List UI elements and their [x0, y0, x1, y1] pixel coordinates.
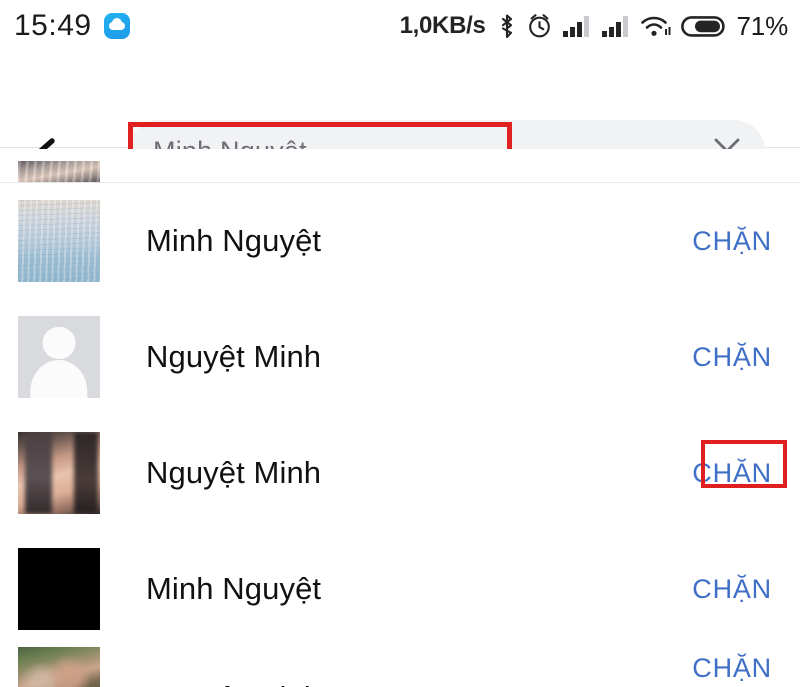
phone-screen: 15:49 1,0KB/s 71% Minh Nguyệt Minh Nguyệ…: [0, 0, 800, 687]
list-item-name: Minh Nguyệt: [146, 570, 322, 606]
block-button[interactable]: CHẶN: [682, 220, 782, 263]
avatar: [18, 548, 100, 630]
list-item[interactable]: Nguyệt Minh CHẶN: [0, 415, 800, 531]
signal-bars-icon: [562, 16, 589, 37]
battery-icon: [680, 16, 725, 37]
list-item-name: Minh Nguyệt: [146, 222, 322, 258]
list-item[interactable]: Nguyệt Minh CHẶN: [0, 299, 800, 415]
alarm-icon: [528, 14, 550, 38]
avatar: [18, 432, 100, 514]
signal-bars-icon: [601, 16, 628, 37]
avatar: [18, 161, 100, 183]
battery-percent-label: 71%: [736, 10, 789, 41]
wifi-icon: [640, 16, 671, 36]
status-bar: 15:49 1,0KB/s 71%: [0, 0, 800, 52]
avatar-head-shape: [42, 326, 76, 360]
avatar: [18, 647, 100, 687]
avatar: [18, 200, 100, 282]
search-app-bar: [0, 52, 800, 182]
avatar-body-shape: [30, 360, 88, 398]
search-results-list[interactable]: Minh Nguyệt CHẶN Nguyệt Minh CHẶN Nguyệt…: [0, 149, 800, 687]
block-button[interactable]: CHẶN: [682, 568, 782, 611]
status-clock: 15:49: [14, 9, 92, 42]
list-item-name: Nguyệt Minh: [146, 680, 682, 687]
network-speed-label: 1,0KB/s: [399, 12, 486, 39]
list-item-name: Nguyệt Minh: [146, 338, 322, 374]
block-button[interactable]: CHẶN: [682, 336, 782, 379]
list-item[interactable]: Minh Nguyệt CHẶN: [0, 531, 800, 647]
bluetooth-icon: [501, 14, 512, 39]
list-item-name: Nguyệt Minh: [146, 454, 322, 490]
list-item[interactable]: Minh Nguyệt CHẶN: [0, 183, 800, 299]
avatar: [18, 316, 100, 398]
list-item[interactable]: Nguyệt Minh CHẶN: [0, 647, 800, 687]
status-bar-right: 1,0KB/s 71%: [400, 11, 800, 42]
block-button[interactable]: CHẶN: [682, 452, 782, 495]
block-button[interactable]: CHẶN: [682, 647, 782, 687]
status-bar-left: 15:49: [0, 11, 130, 41]
cloud-icon: [103, 13, 130, 39]
list-item[interactable]: [0, 149, 800, 183]
